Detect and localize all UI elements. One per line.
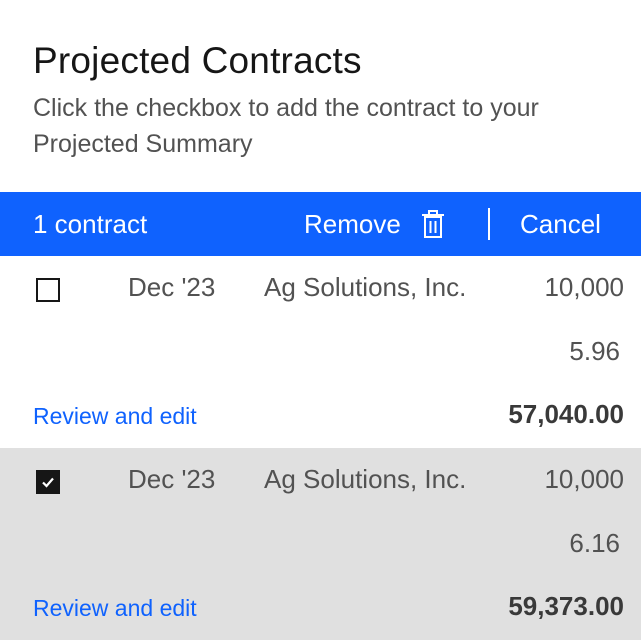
contract-price: 5.96 [569,336,620,366]
review-and-edit-link[interactable]: Review and edit [33,403,197,430]
contract-quantity: 10,000 [544,272,624,302]
remove-button-label: Remove [304,208,401,239]
contract-total: 57,040.00 [508,399,624,429]
contract-company: Ag Solutions, Inc. [264,272,467,302]
page-subtitle: Click the checkbox to add the contract t… [33,94,539,158]
contract-row: Dec '23 Ag Solutions, Inc. 10,000 5.96 R… [0,256,641,448]
contract-checkbox[interactable] [36,278,60,302]
contract-price: 6.16 [569,528,620,558]
action-divider [488,208,490,240]
contract-date: Dec '23 [128,272,216,302]
panel-header: Projected Contracts Click the checkbox t… [0,0,641,192]
remove-button[interactable]: Remove [304,192,445,256]
contract-checkbox[interactable] [36,470,60,494]
checkmark-icon [42,477,54,488]
contract-total: 59,373.00 [508,591,624,621]
contract-company: Ag Solutions, Inc. [264,464,467,494]
selected-count: 1 contract [33,209,148,239]
review-and-edit-link[interactable]: Review and edit [33,595,197,622]
contract-row: Dec '23 Ag Solutions, Inc. 10,000 6.16 R… [0,448,641,640]
contract-quantity: 10,000 [544,464,624,494]
batch-action-bar: 1 contract Remove Cancel [0,192,641,256]
cancel-button[interactable]: Cancel [520,192,601,256]
page-title: Projected Contracts [33,40,362,81]
contract-date: Dec '23 [128,464,216,494]
trash-icon [421,209,445,239]
